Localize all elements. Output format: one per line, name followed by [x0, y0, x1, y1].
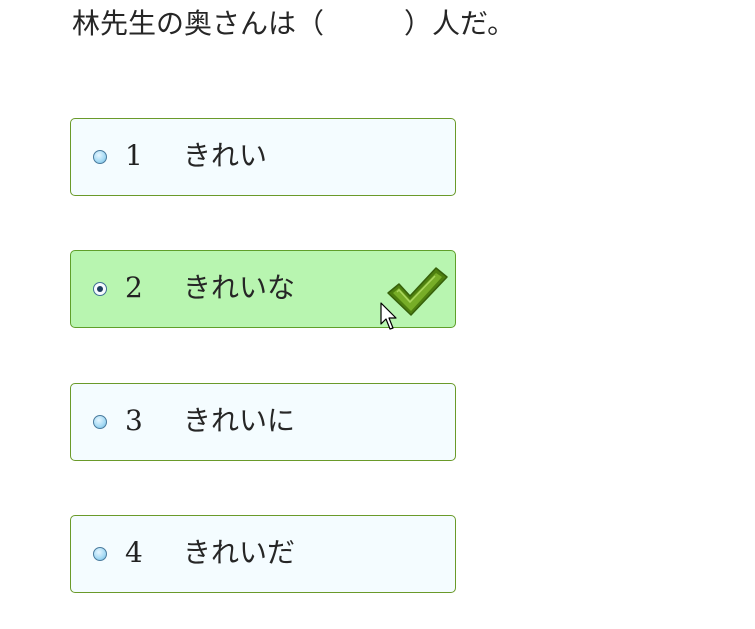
option-label: きれい: [183, 139, 268, 172]
option-number: 3: [125, 404, 143, 437]
option-number: 1: [125, 139, 143, 172]
radio-button-option-4[interactable]: [93, 547, 107, 561]
option-number: 2: [125, 271, 143, 304]
option-3[interactable]: 3 きれいに: [70, 383, 456, 461]
option-number: 4: [125, 536, 143, 569]
question-before: 林先生の奥さんは（: [72, 7, 325, 40]
option-1[interactable]: 1 きれい: [70, 118, 456, 196]
radio-button-option-1[interactable]: [93, 150, 107, 164]
option-4[interactable]: 4 きれいだ: [70, 515, 456, 593]
option-label: きれいに: [183, 404, 296, 437]
option-label: きれいだ: [183, 536, 296, 569]
question-after: ）人だ。: [404, 7, 516, 40]
mouse-cursor-icon: [380, 302, 397, 330]
question-text: 林先生の奥さんは（ ）人だ。: [72, 4, 515, 44]
radio-button-option-3[interactable]: [93, 415, 107, 429]
option-label: きれいな: [183, 271, 296, 304]
radio-button-option-2[interactable]: [93, 282, 107, 296]
